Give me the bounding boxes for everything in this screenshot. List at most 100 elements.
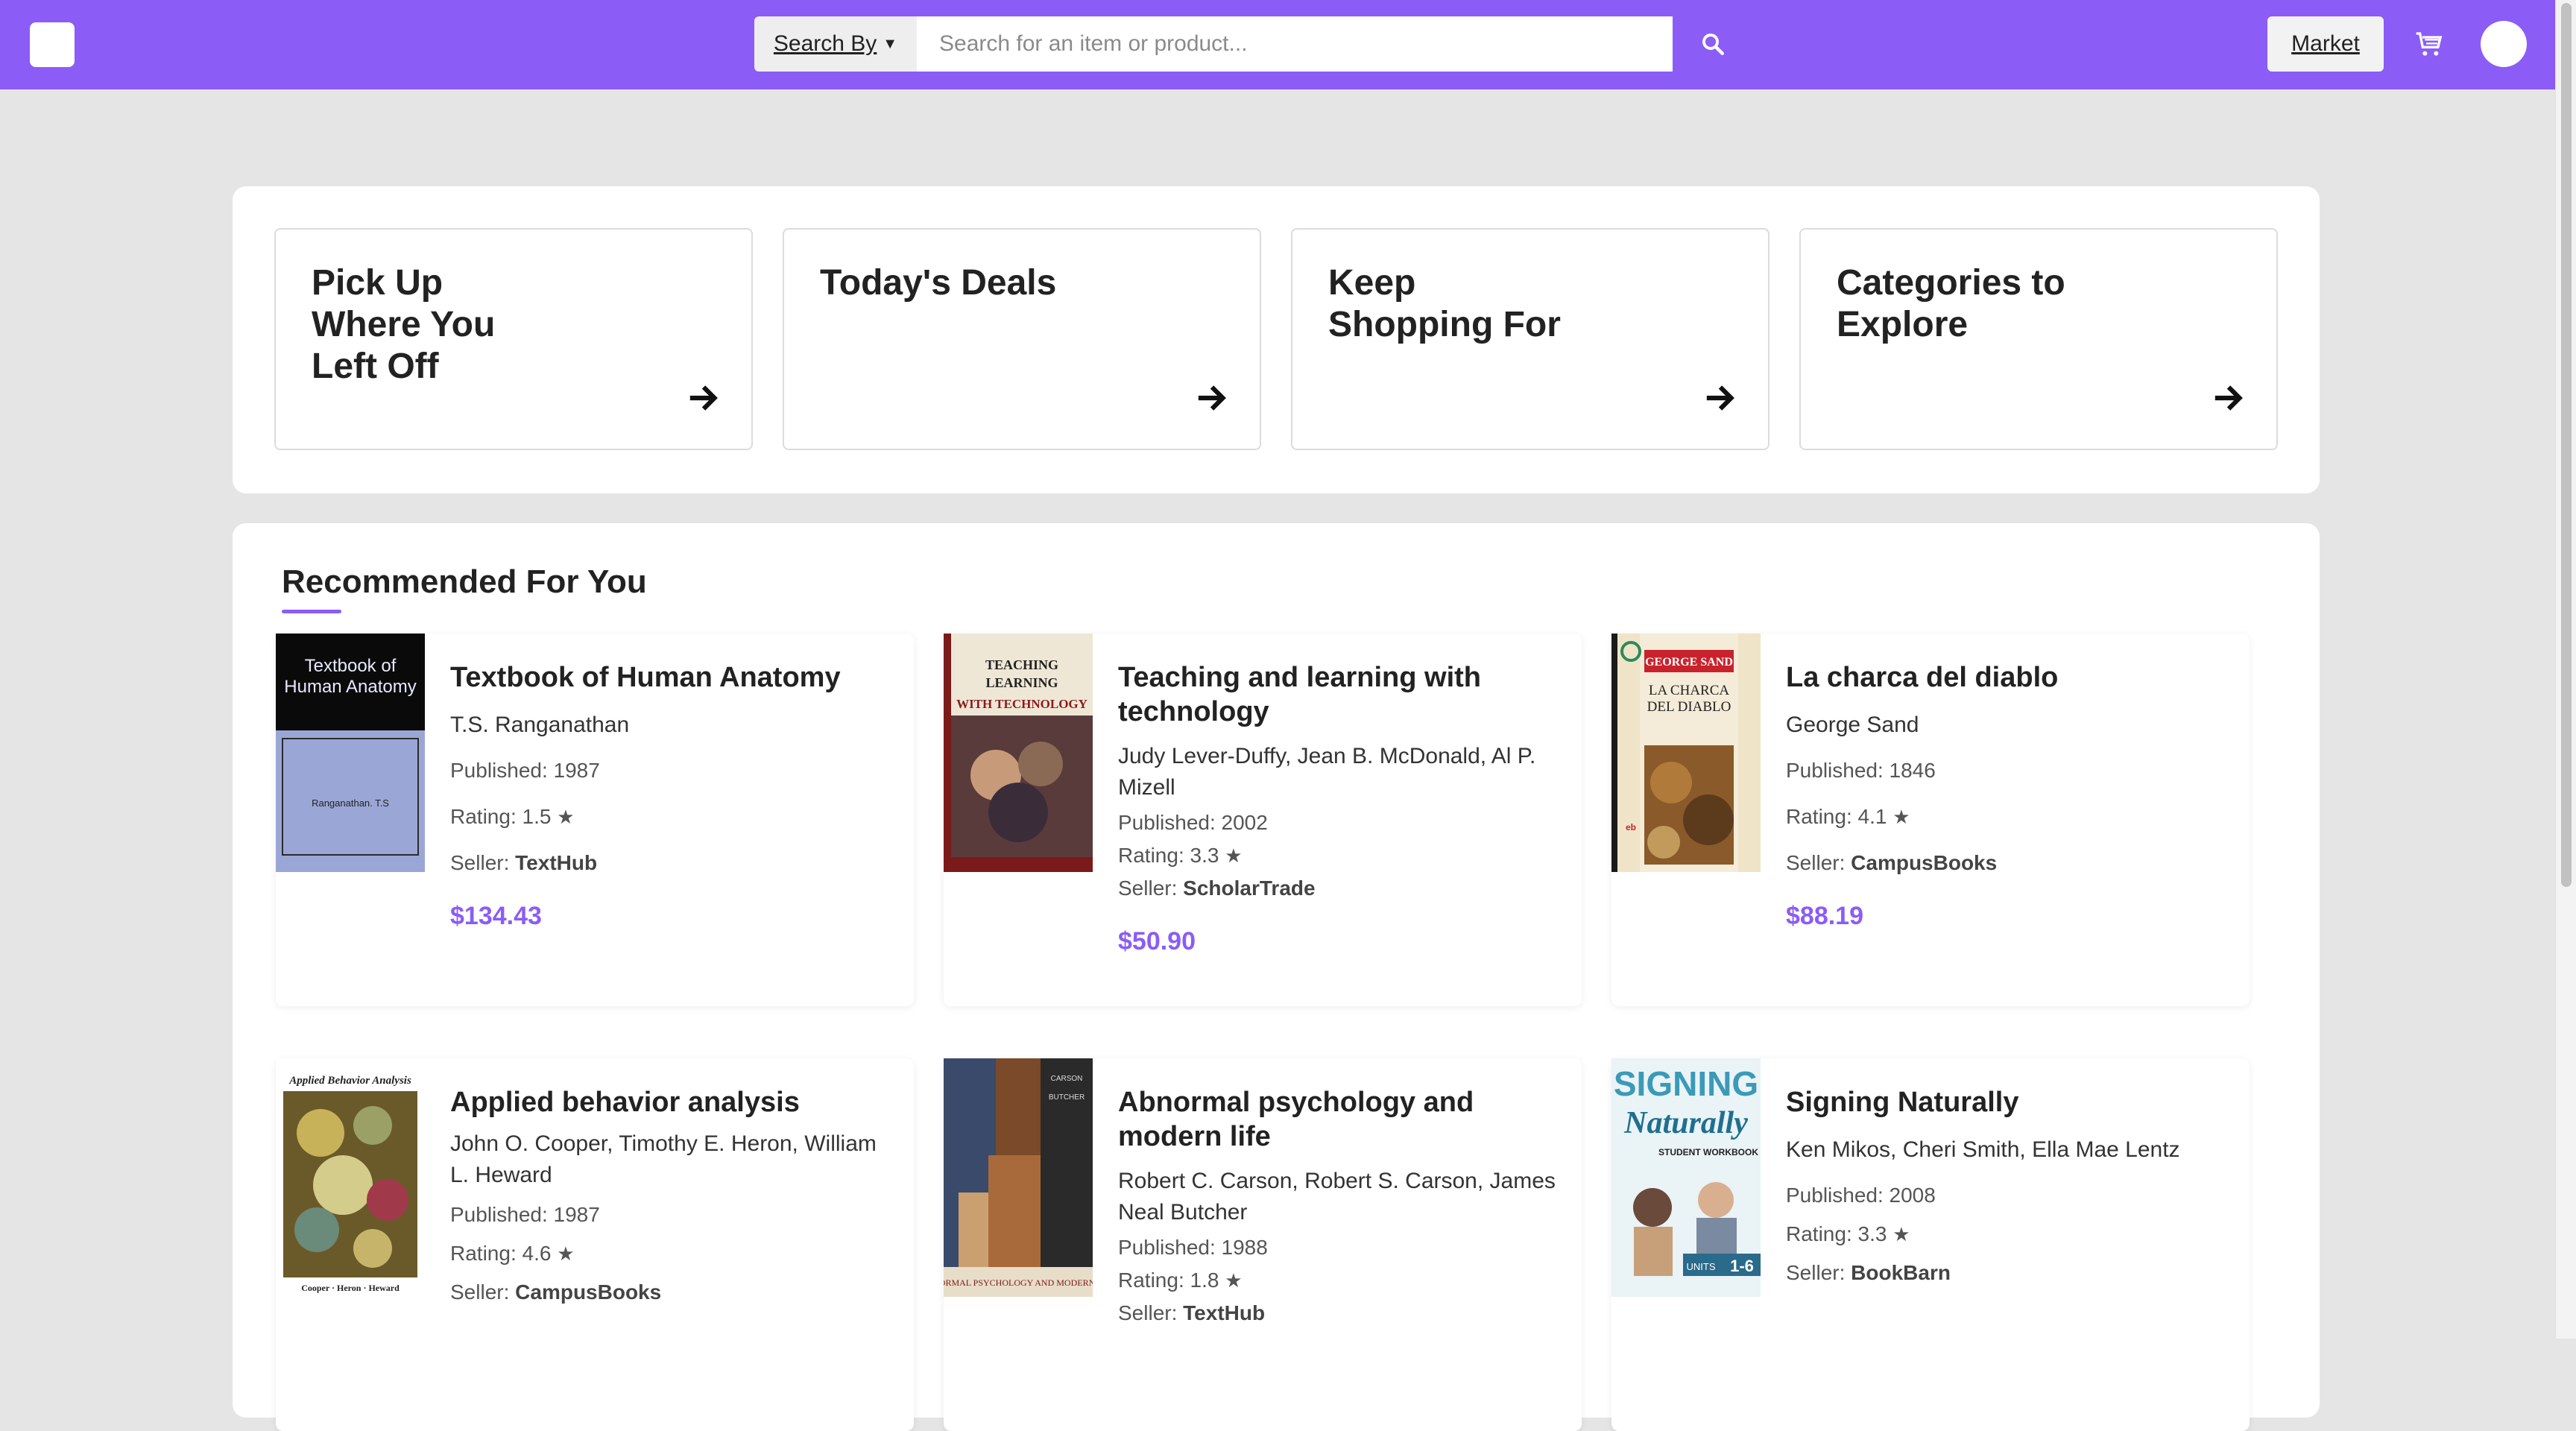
svg-text:LEARNING: LEARNING — [985, 675, 1058, 690]
arrow-right-icon — [1198, 385, 1226, 411]
star-icon: ★ — [1892, 1223, 1910, 1245]
quick-link-todays-deals[interactable]: Today's Deals — [783, 228, 1261, 450]
scrollbar-thumb[interactable] — [2561, 3, 2572, 887]
svg-text:ABNORMAL PSYCHOLOGY AND MODERN: ABNORMAL PSYCHOLOGY AND MODERN LIFE — [944, 1277, 1093, 1288]
book-card[interactable]: ABNORMAL PSYCHOLOGY AND MODERN LIFE CARS… — [944, 1058, 1582, 1431]
quick-link-pick-up[interactable]: Pick Up Where You Left Off — [274, 228, 753, 450]
seller-prefix: Seller: — [1118, 1301, 1178, 1324]
book-card[interactable]: Applied Behavior Analysis Cooper · Heron… — [276, 1058, 914, 1431]
book-card[interactable]: SIGNING Naturally STUDENT WORKBOOK UNITS… — [1611, 1058, 2250, 1431]
book-rating: Rating: 4.1 ★ — [1786, 803, 2226, 830]
quick-link-categories[interactable]: Categories to Explore — [1799, 228, 2278, 450]
avatar[interactable] — [2481, 21, 2527, 67]
book-info: Teaching and learning with technology Ju… — [1118, 660, 1558, 956]
book-title[interactable]: Signing Naturally — [1786, 1085, 2226, 1119]
book-info: Signing Naturally Ken Mikos, Cheri Smith… — [1786, 1085, 2226, 1286]
recommended-panel: Recommended For You Textbook of Human An… — [233, 523, 2320, 1431]
svg-text:CARSON: CARSON — [1051, 1075, 1083, 1083]
svg-text:UNITS: UNITS — [1687, 1261, 1716, 1272]
book-title[interactable]: Teaching and learning with technology — [1118, 660, 1558, 729]
book-seller: Seller: CampusBooks — [1786, 850, 2226, 876]
search-icon — [1702, 34, 1724, 55]
svg-text:LA CHARCA: LA CHARCA — [1649, 683, 1729, 698]
quick-link-keep-shopping[interactable]: Keep Shopping For — [1291, 228, 1770, 450]
search-bar: Search By ▼ — [754, 16, 1753, 72]
rating-label: Rating: 3.3 — [1118, 844, 1219, 867]
rating-label: Rating: 4.6 — [450, 1242, 552, 1265]
book-published: Published: 1988 — [1118, 1236, 1268, 1259]
book-card[interactable]: Textbook of Human Anatomy Ranganathan. T… — [276, 634, 914, 1006]
book-published: Published: 2008 — [1786, 1184, 1936, 1207]
book-seller: Seller: CampusBooks — [450, 1279, 890, 1306]
search-by-dropdown[interactable]: Search By ▼ — [754, 16, 917, 72]
book-info: Abnormal psychology and modern life Robe… — [1118, 1085, 1558, 1327]
book-cover-image: TEACHING LEARNING WITH TECHNOLOGY — [944, 634, 1093, 872]
seller-name[interactable]: BookBarn — [1851, 1261, 1951, 1284]
book-cover-image: SIGNING Naturally STUDENT WORKBOOK UNITS… — [1611, 1058, 1761, 1297]
search-by-label: Search By — [773, 31, 877, 56]
rating-label: Rating: 4.1 — [1786, 805, 1887, 828]
search-input[interactable] — [917, 16, 1673, 72]
cart-icon — [2416, 32, 2443, 56]
book-rating: Rating: 1.5 ★ — [450, 803, 890, 830]
book-title[interactable]: La charca del diablo — [1786, 660, 2226, 695]
book-cover-image: Applied Behavior Analysis Cooper · Heron… — [276, 1058, 425, 1297]
search-button[interactable] — [1673, 16, 1753, 72]
book-info: Applied behavior analysis John O. Cooper… — [450, 1085, 890, 1306]
book-published: Published: 1987 — [450, 759, 600, 782]
svg-text:WITH TECHNOLOGY: WITH TECHNOLOGY — [956, 697, 1087, 711]
svg-text:STUDENT WORKBOOK: STUDENT WORKBOOK — [1658, 1147, 1758, 1157]
quick-link-label: Categories to Explore — [1837, 263, 2065, 344]
seller-prefix: Seller: — [450, 851, 510, 874]
book-price: $134.43 — [450, 902, 542, 930]
book-price: $50.90 — [1118, 927, 1196, 955]
cart-button[interactable] — [2415, 30, 2445, 60]
book-title[interactable]: Textbook of Human Anatomy — [450, 660, 890, 695]
logo[interactable] — [30, 22, 75, 67]
seller-prefix: Seller: — [1118, 876, 1178, 900]
book-rating: Rating: 4.6 ★ — [450, 1240, 890, 1267]
svg-text:TEACHING: TEACHING — [985, 657, 1058, 672]
seller-prefix: Seller: — [1786, 1261, 1846, 1284]
svg-text:SIGNING: SIGNING — [1614, 1064, 1758, 1103]
quick-link-label: Keep Shopping For — [1328, 263, 1561, 344]
svg-text:BUTCHER: BUTCHER — [1049, 1093, 1085, 1102]
star-icon: ★ — [1225, 1269, 1243, 1292]
book-cover-image: GEORGE SAND LA CHARCA DEL DIABLO eb — [1611, 634, 1761, 872]
star-icon: ★ — [1225, 844, 1243, 867]
seller-name[interactable]: ScholarTrade — [1183, 876, 1315, 900]
book-cover-image: Textbook of Human Anatomy Ranganathan. T… — [276, 634, 425, 872]
top-navigation-bar: Search By ▼ Market — [0, 0, 2555, 89]
book-seller: Seller: TextHub — [1118, 1300, 1558, 1327]
page-scrollbar[interactable] — [2555, 0, 2576, 1339]
book-title[interactable]: Abnormal psychology and modern life — [1118, 1085, 1558, 1154]
book-published: Published: 1987 — [450, 1203, 600, 1226]
arrow-right-icon — [2214, 385, 2243, 411]
book-published: Published: 1846 — [1786, 759, 1936, 782]
book-card[interactable]: TEACHING LEARNING WITH TECHNOLOGY Teachi… — [944, 634, 1582, 1006]
seller-name[interactable]: TextHub — [1183, 1301, 1265, 1324]
book-authors: Ken Mikos, Cheri Smith, Ella Mae Lentz — [1786, 1137, 2180, 1162]
seller-name[interactable]: CampusBooks — [1851, 851, 1997, 874]
section-title: Recommended For You — [282, 563, 647, 600]
seller-prefix: Seller: — [1786, 851, 1846, 874]
svg-text:Applied Behavior Analysis: Applied Behavior Analysis — [288, 1075, 411, 1087]
book-rating: Rating: 3.3 ★ — [1118, 842, 1558, 869]
book-card[interactable]: GEORGE SAND LA CHARCA DEL DIABLO eb La c… — [1611, 634, 2250, 1006]
market-button[interactable]: Market — [2267, 16, 2384, 72]
rating-label: Rating: 1.5 — [450, 805, 552, 828]
book-authors: T.S. Ranganathan — [450, 713, 630, 737]
book-info: Textbook of Human Anatomy T.S. Ranganath… — [450, 660, 890, 931]
star-icon: ★ — [557, 806, 575, 828]
svg-text:eb: eb — [1626, 822, 1636, 833]
quick-links-panel: Pick Up Where You Left Off Today's Deals… — [233, 186, 2320, 493]
book-rating: Rating: 1.8 ★ — [1118, 1267, 1558, 1294]
book-info: La charca del diablo George Sand Publish… — [1786, 660, 2226, 931]
svg-text:Cooper · Heron · Heward: Cooper · Heron · Heward — [301, 1283, 400, 1293]
seller-name[interactable]: TextHub — [515, 851, 597, 874]
seller-name[interactable]: CampusBooks — [515, 1280, 661, 1304]
star-icon: ★ — [1892, 806, 1910, 828]
book-title[interactable]: Applied behavior analysis — [450, 1085, 890, 1119]
caret-down-icon: ▼ — [883, 35, 898, 52]
book-authors: John O. Cooper, Timothy E. Heron, Willia… — [450, 1131, 877, 1187]
